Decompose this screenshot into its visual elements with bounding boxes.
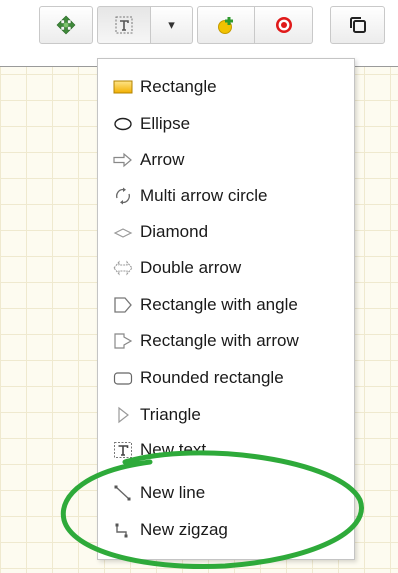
- shape-dropdown-menu: Rectangle Ellipse Arrow Multi arrow circ…: [97, 58, 355, 560]
- rectangle-with-angle-icon: [112, 294, 134, 316]
- shape-dropdown-button[interactable]: ▾: [151, 6, 193, 44]
- menu-item-ellipse[interactable]: Ellipse: [112, 109, 352, 139]
- toolbar: ▾: [0, 6, 398, 46]
- menu-item-new-line[interactable]: New line: [112, 478, 352, 508]
- rectangle-with-arrow-icon: [112, 330, 134, 352]
- text-icon: [112, 439, 134, 461]
- target-button[interactable]: [255, 6, 313, 44]
- text-shape-button[interactable]: [97, 6, 151, 44]
- multi-arrow-circle-icon: [112, 185, 134, 207]
- rectangle-icon: [112, 76, 134, 98]
- menu-item-rectangle-with-angle[interactable]: Rectangle with angle: [112, 290, 352, 320]
- line-icon: [112, 482, 134, 504]
- menu-item-label: Rectangle with arrow: [140, 331, 299, 350]
- target-icon: [275, 17, 292, 33]
- arrow-icon: [112, 149, 134, 171]
- menu-item-label: Double arrow: [140, 258, 242, 277]
- menu-item-label: Rectangle: [140, 77, 217, 96]
- menu-item-label: New text: [140, 440, 207, 459]
- add-shape-button[interactable]: [197, 6, 255, 44]
- double-arrow-icon: [112, 257, 134, 279]
- menu-item-rounded-rectangle[interactable]: Rounded rectangle: [112, 363, 352, 393]
- menu-item-label: New line: [140, 483, 206, 502]
- diamond-icon: [112, 221, 134, 243]
- menu-item-label: Ellipse: [140, 114, 191, 133]
- menu-item-label: Diamond: [140, 222, 209, 241]
- menu-item-arrow[interactable]: Arrow: [112, 145, 352, 175]
- menu-item-new-zigzag[interactable]: New zigzag: [112, 515, 352, 545]
- add-shape-icon: [218, 17, 233, 34]
- menu-item-rectangle-with-arrow[interactable]: Rectangle with arrow: [112, 326, 352, 356]
- copy-icon: [349, 17, 366, 33]
- dropdown-arrow-icon: ▾: [168, 17, 175, 32]
- menu-item-diamond[interactable]: Diamond: [112, 217, 352, 247]
- triangle-icon: [112, 404, 134, 426]
- menu-item-rectangle[interactable]: Rectangle: [112, 72, 352, 102]
- menu-item-label: Multi arrow circle: [140, 186, 268, 205]
- menu-item-double-arrow[interactable]: Double arrow: [112, 253, 352, 283]
- menu-item-label: Triangle: [140, 405, 201, 424]
- menu-item-label: Arrow: [140, 150, 185, 169]
- menu-item-label: Rectangle with angle: [140, 295, 298, 314]
- zigzag-icon: [112, 519, 134, 541]
- menu-item-label: Rounded rectangle: [140, 368, 284, 387]
- menu-item-new-text[interactable]: New text: [112, 435, 352, 465]
- menu-item-multi-arrow-circle[interactable]: Multi arrow circle: [112, 181, 352, 211]
- move-icon: [56, 15, 76, 35]
- copy-button[interactable]: [330, 6, 385, 44]
- menu-item-label: New zigzag: [140, 520, 228, 539]
- text-shape-icon: [115, 16, 133, 34]
- rounded-rectangle-icon: [112, 367, 134, 389]
- ellipse-icon: [112, 113, 134, 135]
- menu-item-triangle[interactable]: Triangle: [112, 400, 352, 430]
- move-button[interactable]: [39, 6, 93, 44]
